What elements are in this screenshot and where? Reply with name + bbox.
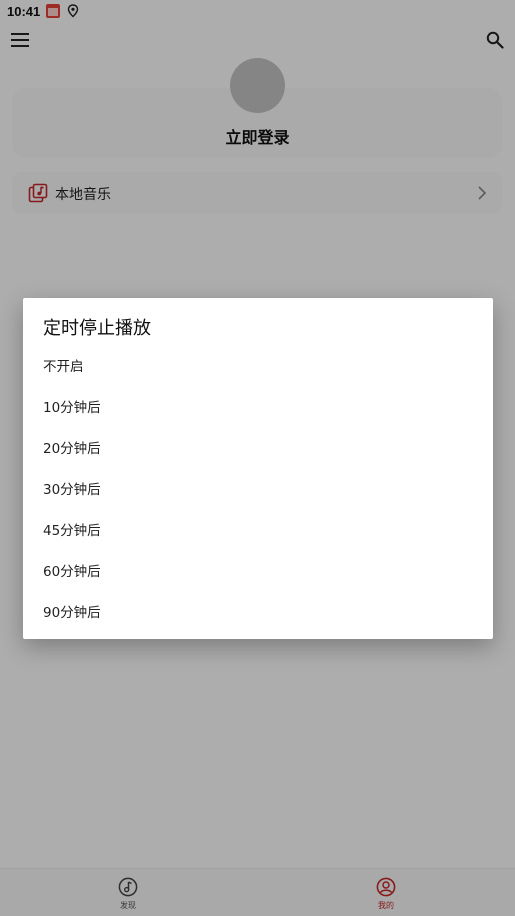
dialog-title: 定时停止播放: [43, 318, 151, 339]
timer-option-60min[interactable]: 60分钟后: [23, 549, 493, 590]
timer-option-30min[interactable]: 30分钟后: [23, 467, 493, 508]
timer-option-20min[interactable]: 20分钟后: [23, 426, 493, 467]
screen: 10:41 立即登录 本地音乐 发现 我的 定时停止播放 不开启 10分钟后 2…: [0, 0, 515, 916]
timer-option-10min[interactable]: 10分钟后: [23, 385, 493, 426]
sleep-timer-dialog: 定时停止播放 不开启 10分钟后 20分钟后 30分钟后 45分钟后 60分钟后…: [23, 298, 493, 639]
timer-option-45min[interactable]: 45分钟后: [23, 508, 493, 549]
timer-option-90min[interactable]: 90分钟后: [23, 590, 493, 631]
timer-option-off[interactable]: 不开启: [23, 344, 493, 385]
